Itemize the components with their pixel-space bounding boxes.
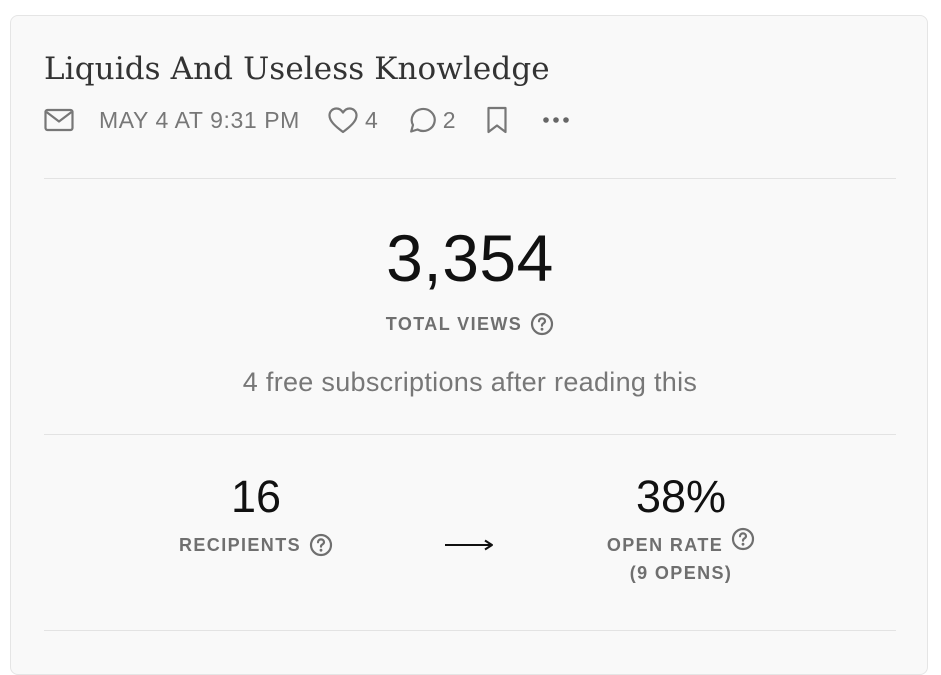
open-rate-value: 38%: [635, 471, 727, 522]
recipients-block: 16 RECIPIENTS: [146, 471, 366, 557]
opens-count: (9 OPENS): [629, 563, 733, 583]
arrow-right-icon: [444, 538, 494, 556]
post-meta-bar: MAY 4 AT 9:31 PM 4 2: [44, 104, 570, 136]
help-circle-icon[interactable]: [731, 527, 755, 551]
help-circle-icon[interactable]: [530, 312, 554, 336]
total-views-label: TOTAL VIEWS: [385, 313, 523, 334]
total-views-label-row: TOTAL VIEWS: [386, 312, 554, 336]
post-title[interactable]: Liquids And Useless Knowledge: [44, 49, 550, 89]
like-count: 4: [364, 106, 378, 133]
recipients-label: RECIPIENTS: [178, 534, 302, 555]
recipients-value: 16: [230, 471, 282, 522]
divider: [44, 434, 896, 435]
total-views-block: 3,354 TOTAL VIEWS: [44, 220, 896, 336]
subscriptions-note: 4 free subscriptions after reading this: [242, 367, 698, 397]
mail-icon[interactable]: [44, 108, 74, 132]
comment-icon[interactable]: [408, 107, 436, 134]
open-rate-block: 38% OPEN RATE (9 OPENS): [571, 471, 791, 584]
post-date: MAY 4 AT 9:31 PM: [99, 106, 300, 133]
heart-icon[interactable]: [328, 106, 358, 134]
total-views-value: 3,354: [386, 221, 554, 295]
divider: [44, 630, 896, 631]
comment-count: 2: [442, 106, 456, 133]
open-rate-label-row: OPEN RATE: [606, 527, 755, 557]
recipients-label-row: RECIPIENTS: [179, 533, 333, 557]
bookmark-icon[interactable]: [486, 106, 508, 134]
divider: [44, 178, 896, 179]
open-rate-label: OPEN RATE: [606, 534, 724, 555]
post-stats-card: Liquids And Useless Knowledge MAY 4 AT 9…: [10, 15, 928, 675]
more-icon[interactable]: [542, 116, 570, 124]
help-circle-icon[interactable]: [309, 533, 333, 557]
